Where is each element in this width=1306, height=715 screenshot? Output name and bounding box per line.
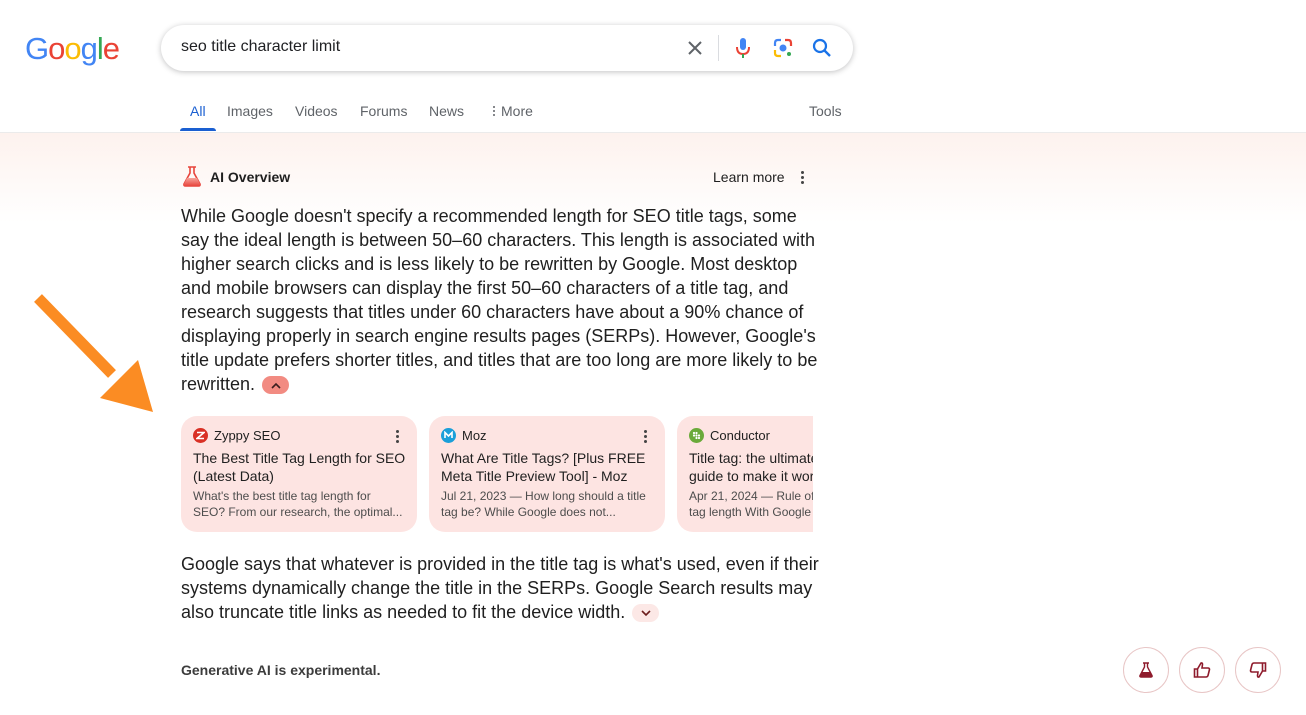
zyppy-favicon-icon <box>193 427 208 443</box>
source-title: What Are Title Tags? [Plus FREE Meta Titl… <box>441 450 646 484</box>
source-card[interactable]: Conductor Title tag: the ultimate guide t… <box>677 416 813 532</box>
source-cards: Zyppy SEO The Best Title Tag Length for … <box>181 416 813 532</box>
active-tab-indicator <box>180 128 216 131</box>
microphone-icon[interactable] <box>731 36 755 60</box>
tab-forums[interactable]: Forums <box>360 103 407 119</box>
logo-letter: G <box>25 31 49 66</box>
ai-overview-paragraph: While Google doesn't specify a recommend… <box>181 204 821 396</box>
search-icon[interactable] <box>810 36 834 60</box>
thumbs-up-button[interactable] <box>1179 647 1225 693</box>
logo-letter: o <box>48 31 65 66</box>
source-snippet: Apr 21, 2024 — Rule of tag length With Go… <box>689 489 813 519</box>
source-title: The Best Title Tag Length for SEO (Latest… <box>193 450 405 484</box>
tab-all[interactable]: All <box>190 103 206 119</box>
source-card[interactable]: Zyppy SEO The Best Title Tag Length for … <box>181 416 417 532</box>
logo-letter: o <box>64 31 81 66</box>
chevron-down-icon <box>641 610 651 616</box>
logo-letter: e <box>102 31 120 66</box>
source-card[interactable]: Moz What Are Title Tags? [Plus FREE Meta … <box>429 416 665 532</box>
thumbs-up-icon <box>1193 662 1211 678</box>
labs-button[interactable] <box>1123 647 1169 693</box>
tab-images[interactable]: Images <box>227 103 273 119</box>
source-snippet: Jul 21, 2023 — How long should a title ta… <box>441 489 646 519</box>
source-site: Zyppy SEO <box>214 427 281 443</box>
ai-overview-title: AI Overview <box>210 169 291 185</box>
annotation-arrow-icon <box>34 294 153 412</box>
tools-button[interactable]: Tools <box>809 103 842 119</box>
labs-flask-icon <box>1139 662 1153 678</box>
search-tabs: All Images Videos Forums News More Tools <box>180 90 850 132</box>
source-snippet: What's the best title tag length for SEO?… <box>193 489 403 519</box>
source-site: Moz <box>462 427 487 443</box>
chevron-up-icon <box>270 382 281 389</box>
google-lens-icon[interactable] <box>771 36 795 60</box>
moz-favicon-icon <box>441 427 456 443</box>
source-title: Title tag: the ultimate guide to make it … <box>689 450 813 484</box>
thumbs-down-button[interactable] <box>1235 647 1281 693</box>
tab-videos[interactable]: Videos <box>295 103 338 119</box>
search-divider <box>718 35 719 61</box>
experimental-disclaimer: Generative AI is experimental. <box>181 662 381 678</box>
ai-overview-header: AI Overview Learn more <box>181 165 813 189</box>
card-more-icon[interactable] <box>396 430 399 443</box>
learn-more-link[interactable]: Learn more <box>713 169 785 185</box>
logo-letter: g <box>80 31 98 66</box>
ai-overview-paragraph: Google says that whatever is provided in… <box>181 552 821 624</box>
source-site: Conductor <box>710 427 770 443</box>
search-box[interactable]: seo title character limit <box>161 25 853 71</box>
more-options-icon[interactable] <box>801 171 804 184</box>
tab-more[interactable]: More <box>493 103 533 119</box>
conductor-favicon-icon <box>689 427 704 443</box>
collapse-sources-button[interactable] <box>262 376 290 395</box>
more-vert-icon <box>493 106 495 116</box>
close-icon[interactable] <box>683 36 707 60</box>
paragraph-text: While Google doesn't specify a recommend… <box>181 206 818 394</box>
search-input[interactable]: seo title character limit <box>181 38 340 56</box>
expand-sources-button[interactable] <box>632 604 660 623</box>
tab-news[interactable]: News <box>429 103 464 119</box>
labs-flask-icon <box>181 165 203 192</box>
google-logo[interactable]: Google <box>25 31 120 67</box>
card-more-icon[interactable] <box>644 430 647 443</box>
thumbs-down-icon <box>1249 662 1267 678</box>
tab-more-label: More <box>501 103 533 119</box>
paragraph-text: Google says that whatever is provided in… <box>181 554 819 622</box>
